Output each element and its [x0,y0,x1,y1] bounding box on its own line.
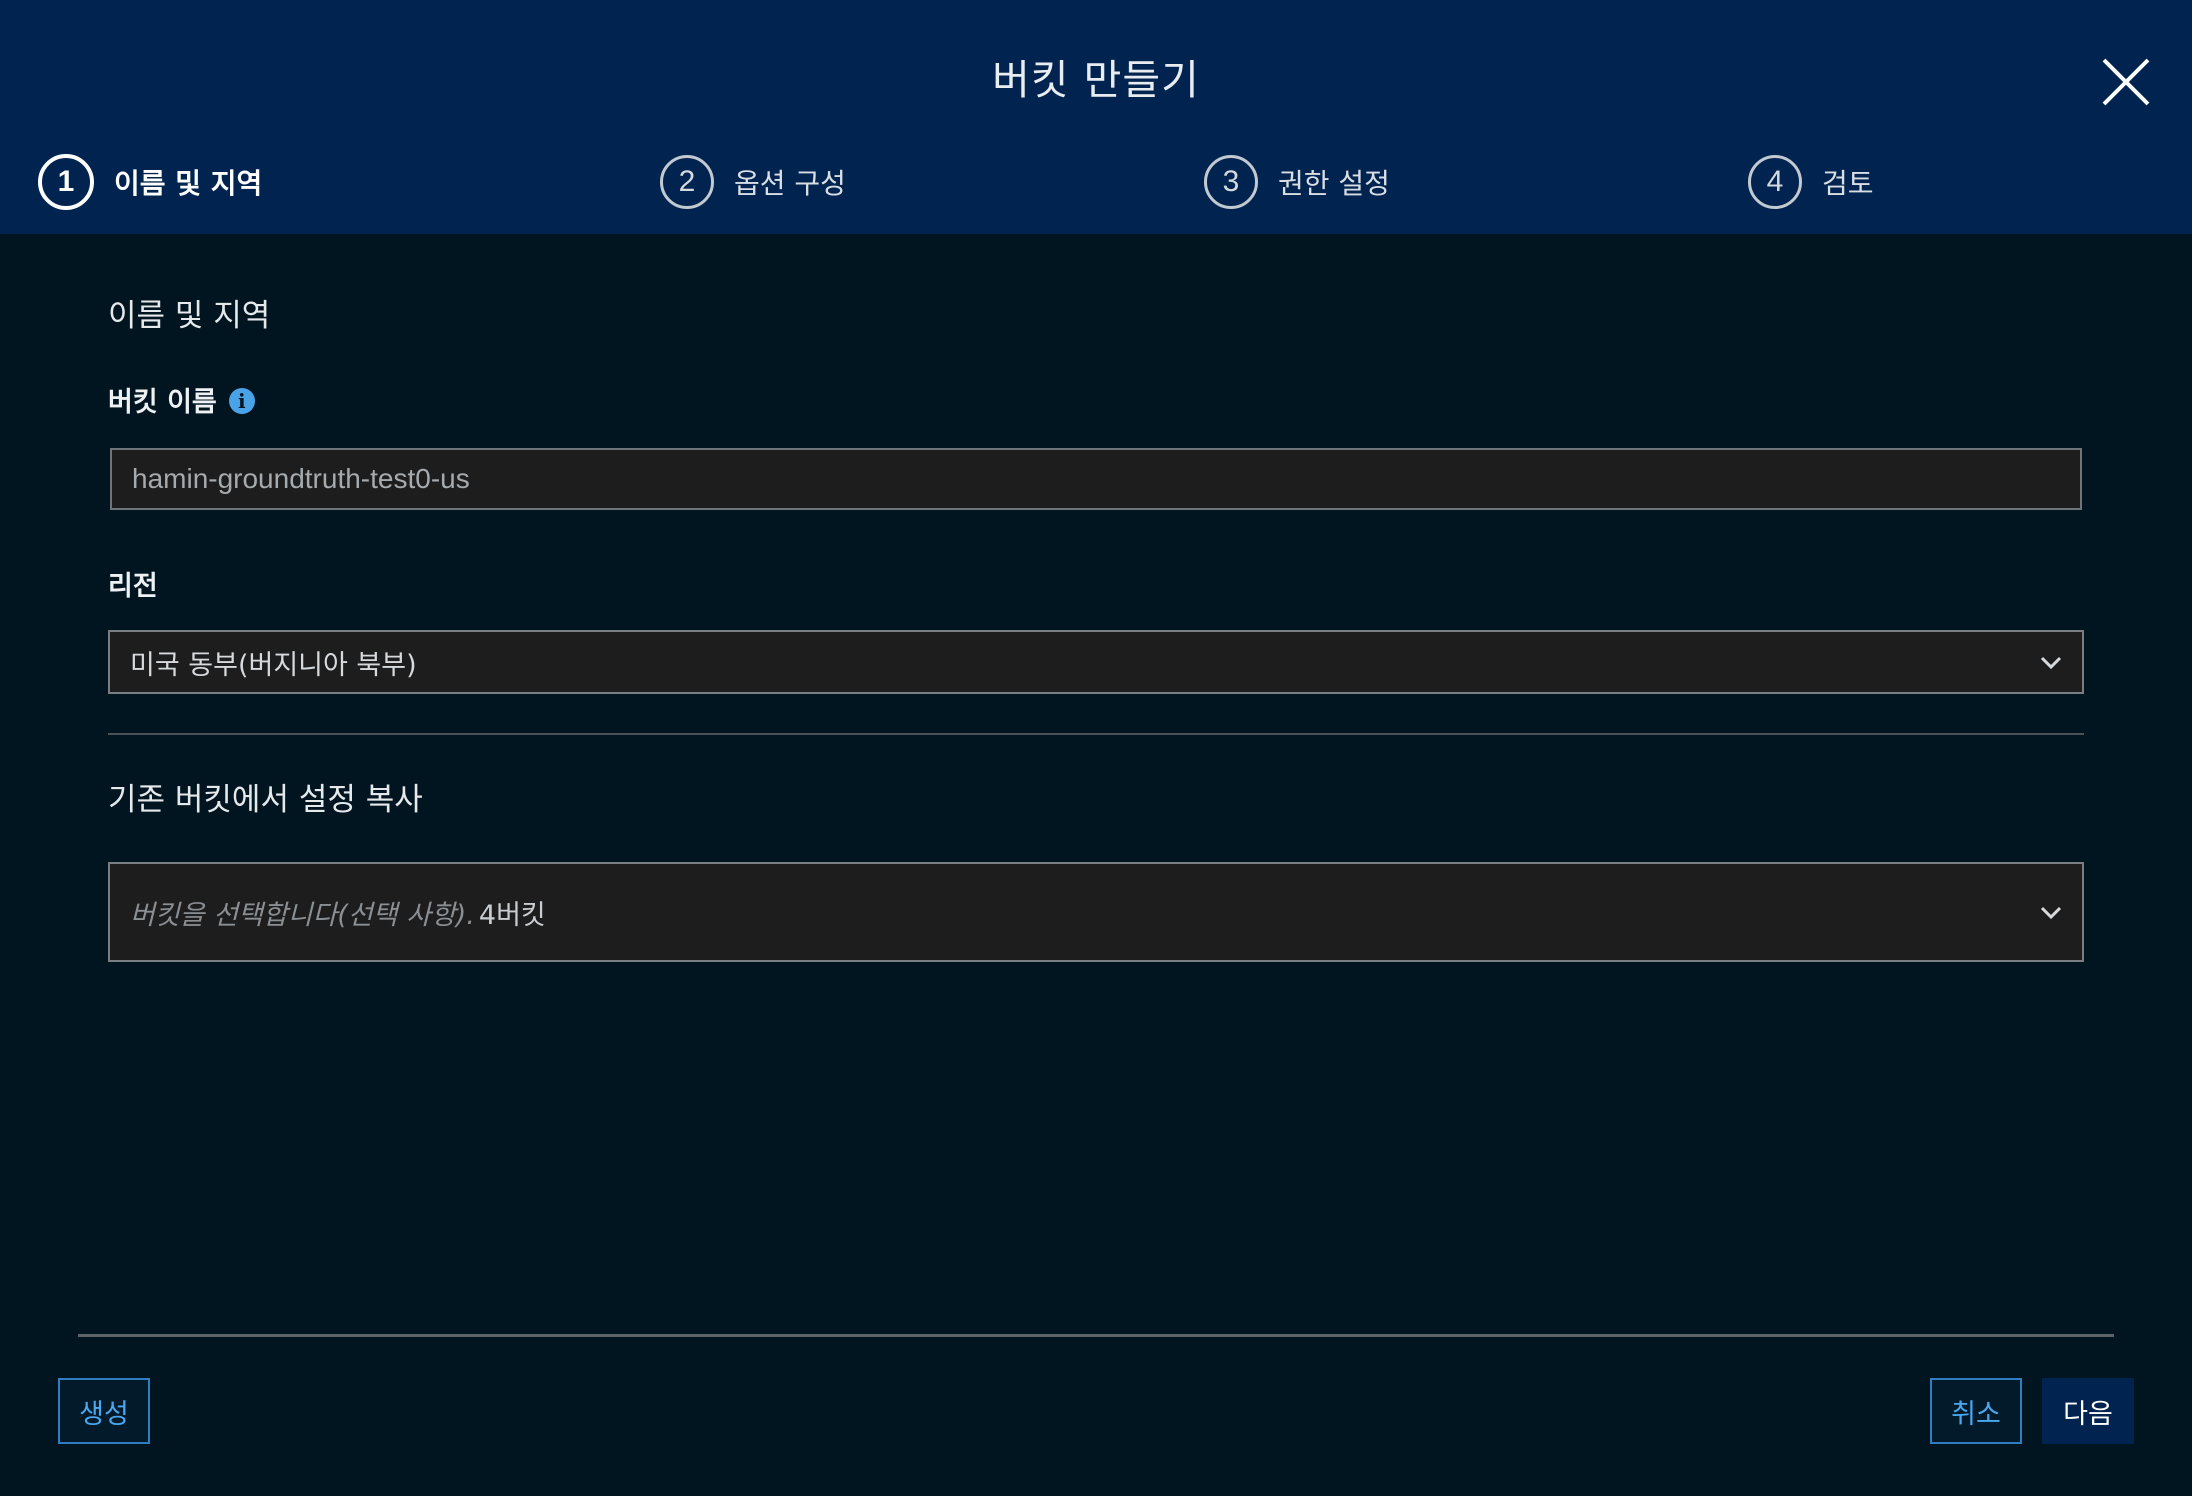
next-button[interactable]: 다음 [2042,1378,2134,1444]
bucket-count: 4버킷 [478,899,546,931]
region-label: 리전 [108,571,158,602]
section-title-copy-settings: 기존 버킷에서 설정 복사 [108,782,423,818]
close-icon[interactable] [2096,52,2156,112]
step-number-4: 4 [1748,155,1802,209]
bucket-name-label-text: 버킷 이름 [108,387,217,418]
cancel-button[interactable]: 취소 [1930,1378,2022,1444]
bucket-name-label: 버킷 이름 i [108,380,255,419]
chevron-down-icon [2040,656,2062,670]
step-label: 옵션 구성 [734,167,846,200]
step-label: 이름 및 지역 [114,167,263,200]
step-number-1: 1 [38,154,94,210]
bucket-name-value: hamin-groundtruth-test0-us [132,463,470,494]
dialog-title: 버킷 만들기 [992,56,1200,104]
footer-divider [78,1334,2114,1337]
step-label: 권한 설정 [1278,167,1390,200]
bucket-name-input[interactable]: hamin-groundtruth-test0-us [110,448,2082,510]
region-value: 미국 동부(버지니아 북부) [130,649,417,681]
step-name-region[interactable]: 1 이름 및 지역 [38,154,262,210]
copy-settings-select[interactable]: 버킷을 선택합니다(선택 사항). 4버킷 [108,862,2084,962]
dialog-header: 버킷 만들기 1 이름 및 지역 2 옵션 구성 3 권한 설정 4 검토 [0,0,2192,234]
step-label: 검토 [1822,167,1874,200]
region-select[interactable]: 미국 동부(버지니아 북부) [108,630,2084,694]
copy-settings-placeholder: 버킷을 선택합니다(선택 사항). [130,899,475,931]
step-number-3: 3 [1204,155,1258,209]
create-button[interactable]: 생성 [58,1378,150,1444]
step-set-permissions[interactable]: 3 권한 설정 [1204,154,1390,210]
chevron-down-icon [2040,906,2062,920]
step-number-2: 2 [660,155,714,209]
info-icon[interactable]: i [228,387,255,414]
step-review[interactable]: 4 검토 [1748,154,1874,210]
section-divider [108,733,2084,735]
step-configure-options[interactable]: 2 옵션 구성 [660,154,846,210]
section-title-name-region: 이름 및 지역 [108,298,271,334]
